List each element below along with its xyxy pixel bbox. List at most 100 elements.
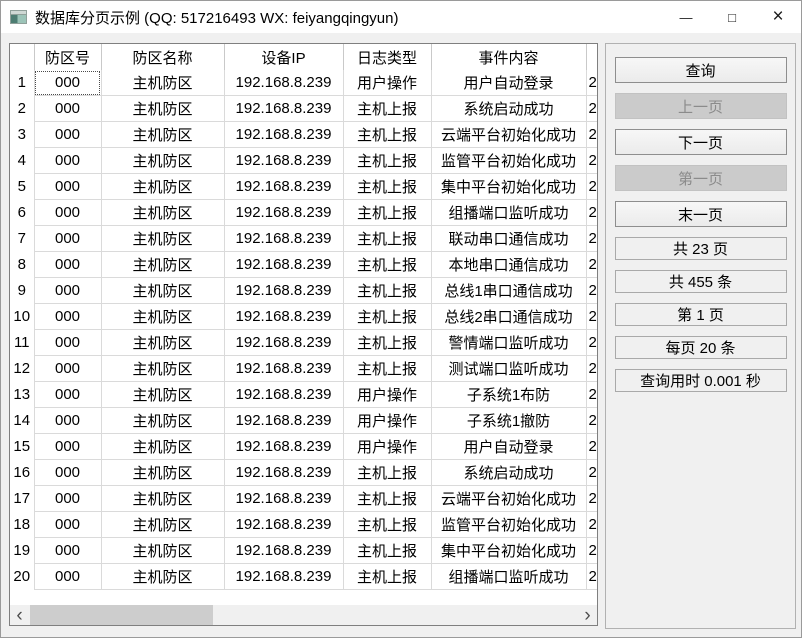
zone-cell[interactable]: 000 [34,200,101,226]
horizontal-scrollbar[interactable]: ‹ › [10,605,597,625]
log-type-cell[interactable]: 主机上报 [343,174,431,200]
zone-name-cell[interactable]: 主机防区 [101,122,224,148]
ip-cell[interactable]: 192.168.8.239 [224,382,343,408]
zone-cell[interactable]: 000 [34,174,101,200]
row-number-cell[interactable]: 16 [10,460,34,486]
zone-name-cell[interactable]: 主机防区 [101,200,224,226]
log-type-cell[interactable]: 主机上报 [343,486,431,512]
log-type-cell[interactable]: 用户操作 [343,382,431,408]
row-number-cell[interactable]: 17 [10,486,34,512]
scrollbar-thumb[interactable] [30,605,213,625]
event-cell[interactable]: 警情端口监听成功 [431,330,586,356]
row-number-cell[interactable]: 4 [10,148,34,174]
event-cell[interactable]: 联动串口通信成功 [431,226,586,252]
ip-cell[interactable]: 192.168.8.239 [224,330,343,356]
zone-cell[interactable]: 000 [34,304,101,330]
event-cell[interactable]: 子系统1布防 [431,382,586,408]
time-cell[interactable]: 20 [586,330,597,356]
log-type-cell[interactable]: 主机上报 [343,538,431,564]
time-cell[interactable]: 20 [586,460,597,486]
zone-cell[interactable]: 000 [34,330,101,356]
zone-name-cell[interactable]: 主机防区 [101,96,224,122]
event-cell[interactable]: 监管平台初始化成功 [431,512,586,538]
zone-name-cell[interactable]: 主机防区 [101,512,224,538]
zone-cell[interactable]: 000 [34,486,101,512]
column-header-ip[interactable]: 设备IP [224,44,343,70]
ip-cell[interactable]: 192.168.8.239 [224,70,343,96]
zone-cell[interactable]: 000 [34,356,101,382]
event-cell[interactable]: 系统启动成功 [431,460,586,486]
row-number-cell[interactable]: 11 [10,330,34,356]
log-type-cell[interactable]: 主机上报 [343,278,431,304]
event-cell[interactable]: 集中平台初始化成功 [431,174,586,200]
row-number-cell[interactable]: 3 [10,122,34,148]
event-cell[interactable]: 用户自动登录 [431,434,586,460]
minimize-button[interactable]: — [663,1,709,33]
event-cell[interactable]: 总线2串口通信成功 [431,304,586,330]
zone-cell[interactable]: 000 [34,408,101,434]
time-cell[interactable]: 20 [586,382,597,408]
event-cell[interactable]: 组播端口监听成功 [431,564,586,590]
row-number-cell[interactable]: 7 [10,226,34,252]
ip-cell[interactable]: 192.168.8.239 [224,356,343,382]
log-type-cell[interactable]: 主机上报 [343,122,431,148]
row-number-cell[interactable]: 15 [10,434,34,460]
row-number-cell[interactable]: 14 [10,408,34,434]
row-number-cell[interactable]: 20 [10,564,34,590]
row-number-cell[interactable]: 10 [10,304,34,330]
zone-name-cell[interactable]: 主机防区 [101,174,224,200]
row-number-cell[interactable]: 9 [10,278,34,304]
log-type-cell[interactable]: 主机上报 [343,226,431,252]
event-cell[interactable]: 系统启动成功 [431,96,586,122]
time-cell[interactable]: 20 [586,408,597,434]
log-type-cell[interactable]: 主机上报 [343,460,431,486]
row-number-cell[interactable]: 2 [10,96,34,122]
row-number-cell[interactable]: 6 [10,200,34,226]
time-cell[interactable]: 20 [586,252,597,278]
time-cell[interactable]: 20 [586,148,597,174]
log-type-cell[interactable]: 主机上报 [343,512,431,538]
zone-name-cell[interactable]: 主机防区 [101,148,224,174]
time-cell[interactable]: 20 [586,174,597,200]
column-header-event[interactable]: 事件内容 [431,44,586,70]
row-number-cell[interactable]: 19 [10,538,34,564]
zone-cell[interactable]: 000 [34,382,101,408]
ip-cell[interactable]: 192.168.8.239 [224,460,343,486]
zone-cell[interactable]: 000 [34,226,101,252]
log-type-cell[interactable]: 用户操作 [343,70,431,96]
event-cell[interactable]: 云端平台初始化成功 [431,486,586,512]
time-cell[interactable]: 20 [586,356,597,382]
log-type-cell[interactable]: 用户操作 [343,434,431,460]
event-cell[interactable]: 用户自动登录 [431,70,586,96]
log-type-cell[interactable]: 主机上报 [343,96,431,122]
next-page-button[interactable]: 下一页 [615,129,787,155]
ip-cell[interactable]: 192.168.8.239 [224,538,343,564]
zone-name-cell[interactable]: 主机防区 [101,382,224,408]
ip-cell[interactable]: 192.168.8.239 [224,408,343,434]
time-cell[interactable]: 20 [586,434,597,460]
zone-name-cell[interactable]: 主机防区 [101,330,224,356]
last-page-button[interactable]: 末一页 [615,201,787,227]
ip-cell[interactable]: 192.168.8.239 [224,200,343,226]
close-button[interactable]: × [755,1,801,33]
time-cell[interactable]: 20 [586,564,597,590]
scroll-left-icon[interactable]: ‹ [10,605,29,625]
time-cell[interactable]: 20 [586,538,597,564]
maximize-button[interactable]: □ [709,1,755,33]
zone-name-cell[interactable]: 主机防区 [101,486,224,512]
zone-name-cell[interactable]: 主机防区 [101,538,224,564]
time-cell[interactable]: 20 [586,226,597,252]
zone-cell[interactable]: 000 [34,460,101,486]
column-header-log-type[interactable]: 日志类型 [343,44,431,70]
zone-name-cell[interactable]: 主机防区 [101,564,224,590]
ip-cell[interactable]: 192.168.8.239 [224,434,343,460]
event-cell[interactable]: 组播端口监听成功 [431,200,586,226]
time-cell[interactable]: 20 [586,96,597,122]
row-number-cell[interactable]: 12 [10,356,34,382]
zone-name-cell[interactable]: 主机防区 [101,460,224,486]
zone-cell[interactable]: 000 [34,512,101,538]
time-cell[interactable]: 20 [586,486,597,512]
event-cell[interactable]: 子系统1撤防 [431,408,586,434]
query-button[interactable]: 查询 [615,57,787,83]
ip-cell[interactable]: 192.168.8.239 [224,96,343,122]
